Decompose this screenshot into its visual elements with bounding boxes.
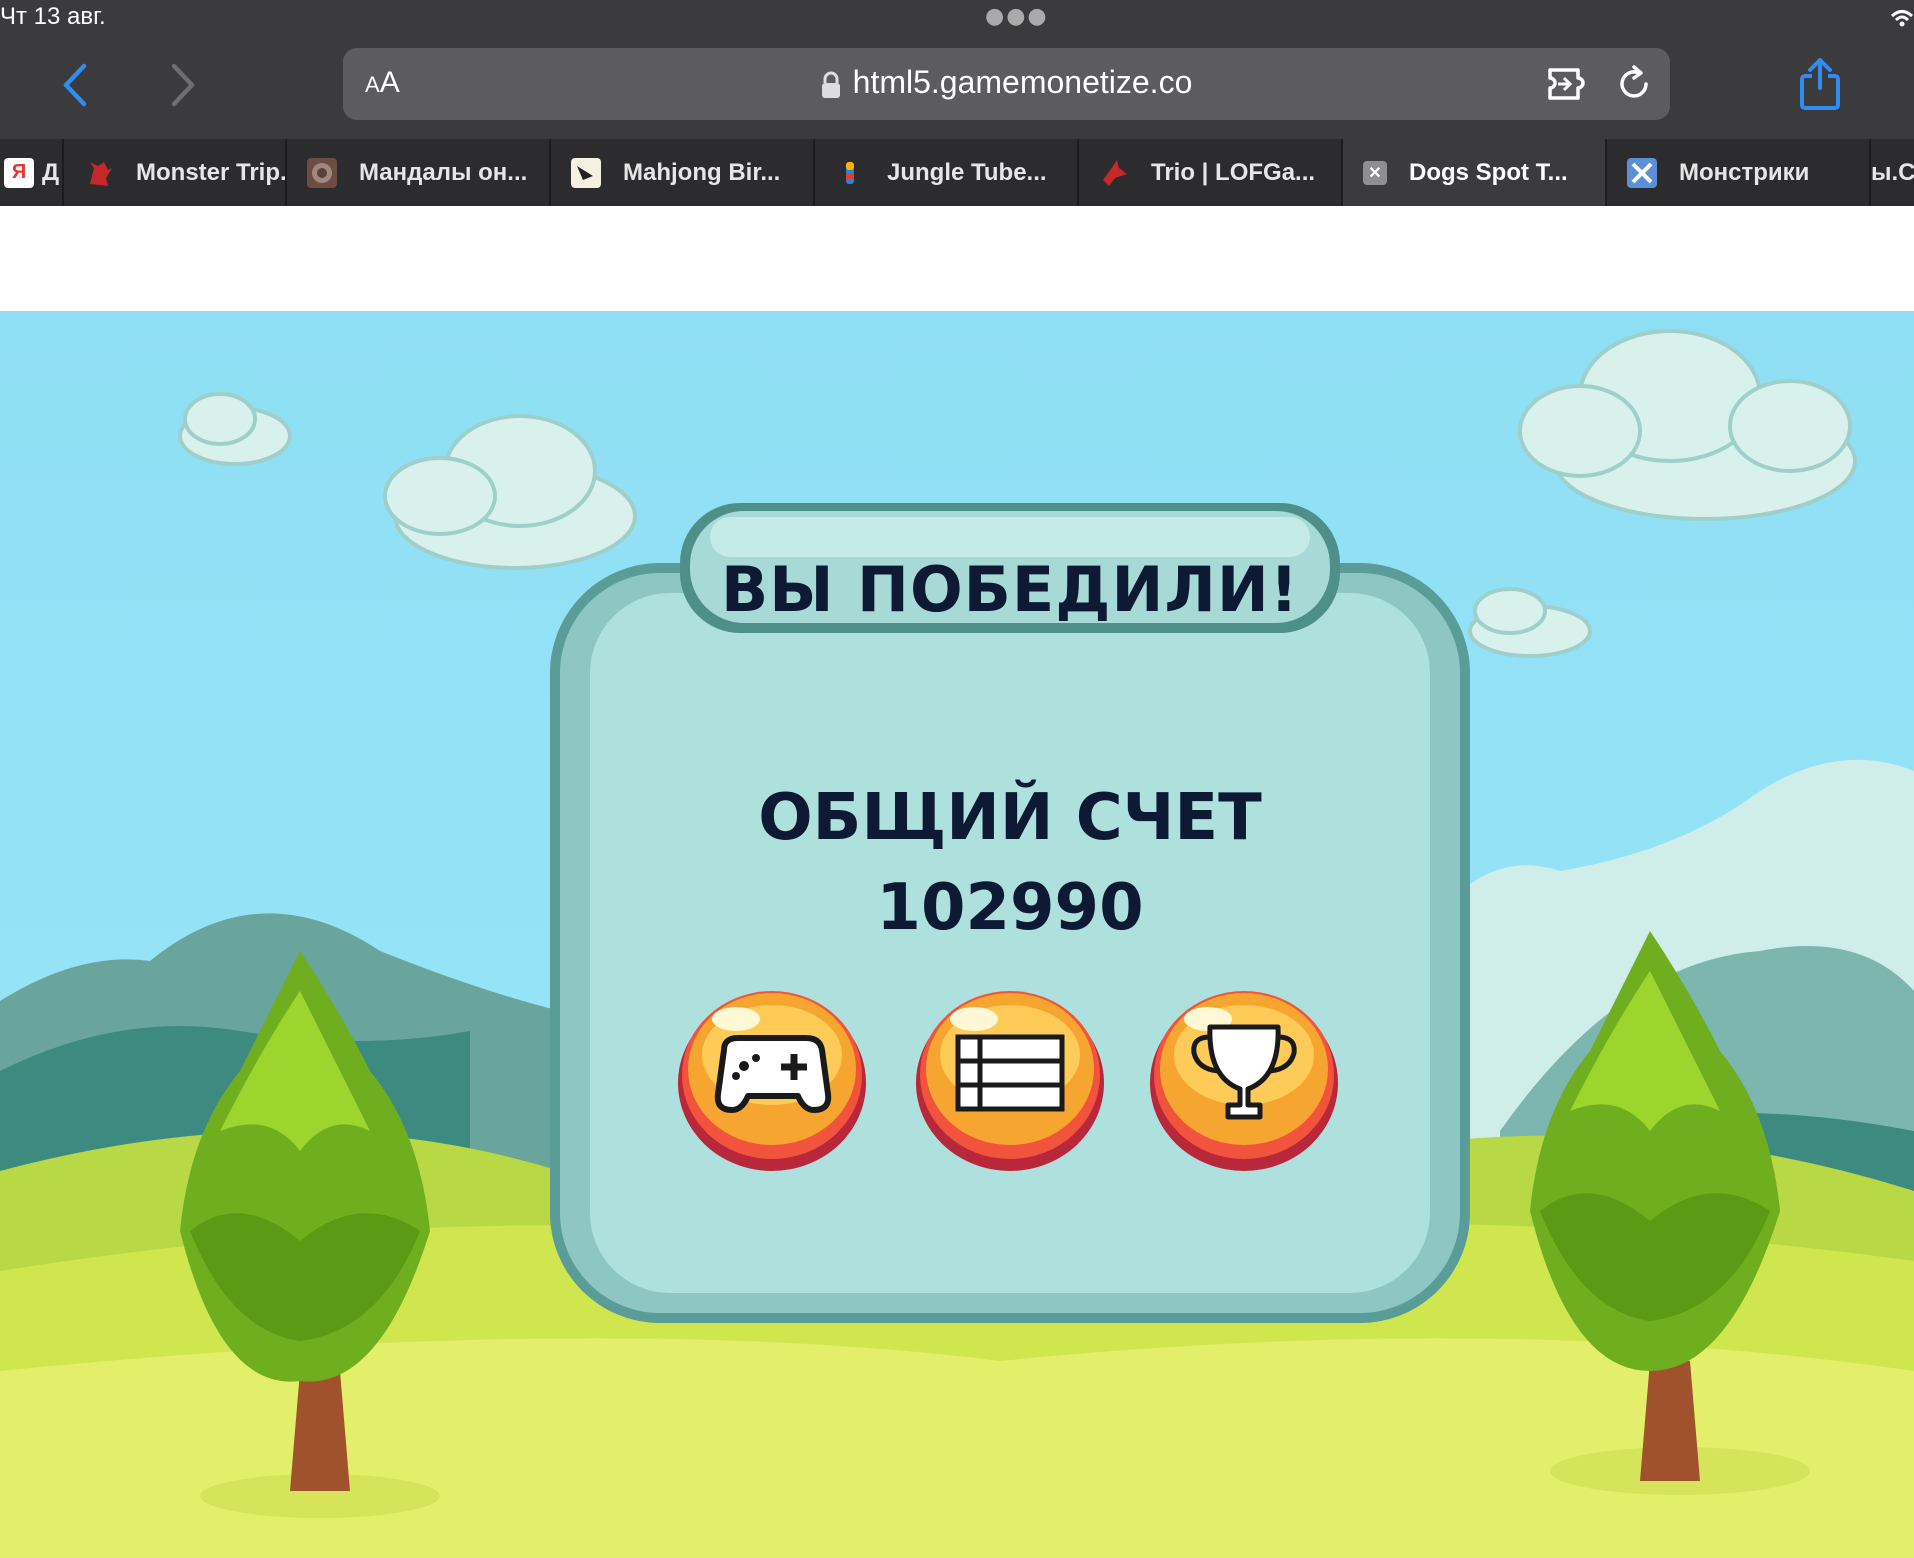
close-tab-icon[interactable]: ✕ [1363,160,1387,185]
tab-jungle-tube[interactable]: Jungle Tube... [815,139,1079,206]
status-time: Чт 13 авг. [0,3,106,30]
tab-mandaly[interactable]: Мандалы он... [287,139,551,206]
tab-monster-trip[interactable]: Monster Trip... [64,139,287,206]
play-again-button[interactable] [676,985,868,1173]
share-icon[interactable] [1798,58,1842,110]
tube-favicon-icon [835,158,865,188]
tab-overflow[interactable]: ы.С [1871,139,1914,206]
monster-blue-favicon-icon [1627,157,1657,188]
back-arrow-icon[interactable] [60,62,90,108]
yandex-favicon-icon: Я [4,157,34,188]
multitask-dots-icon[interactable]: ●●● [985,4,1049,29]
leaderboard-button[interactable] [1148,985,1340,1173]
reload-icon[interactable] [1614,64,1654,104]
win-dialog: ВЫ ПОБЕДИЛИ! ОБЩИЙ СЧЕТ 102990 [530,503,1490,1363]
tab-mahjong[interactable]: Mahjong Bir... [551,139,815,206]
win-title: ВЫ ПОБЕДИЛИ! [720,553,1300,626]
address-bar[interactable]: AA html5.gamemonetize.co [343,48,1670,120]
forward-arrow-icon[interactable] [168,62,198,108]
tab-bar: Я Д Monster Trip... Мандалы он... Mahjon… [0,139,1914,206]
tab-dogs-spot[interactable]: ✕ Dogs Spot T... [1343,139,1607,206]
wifi-icon [1890,10,1914,27]
cardinal-favicon-icon [1099,158,1129,188]
browser-toolbar: Чт 13 авг. ●●● AA html5.gamemonetize.co [0,0,1914,139]
bird-favicon-icon [571,157,601,188]
levels-list-button[interactable] [914,985,1106,1173]
game-canvas[interactable]: ВЫ ПОБЕДИЛИ! ОБЩИЙ СЧЕТ 102990 [0,311,1914,1558]
lock-icon [821,71,840,98]
url-text: html5.gamemonetize.co [852,64,1193,100]
list-icon [955,1034,1065,1112]
tab-monstriki[interactable]: Монстрики [1607,139,1871,206]
monster-favicon-icon [84,158,114,188]
tab-trio[interactable]: Trio | LOFGa... [1079,139,1343,206]
tab-yandex[interactable]: Я Д [0,139,64,206]
score-value: 102990 [876,871,1144,945]
mandala-favicon-icon [307,157,337,188]
score-label: ОБЩИЙ СЧЕТ [758,781,1262,855]
extensions-icon[interactable] [1546,64,1592,104]
